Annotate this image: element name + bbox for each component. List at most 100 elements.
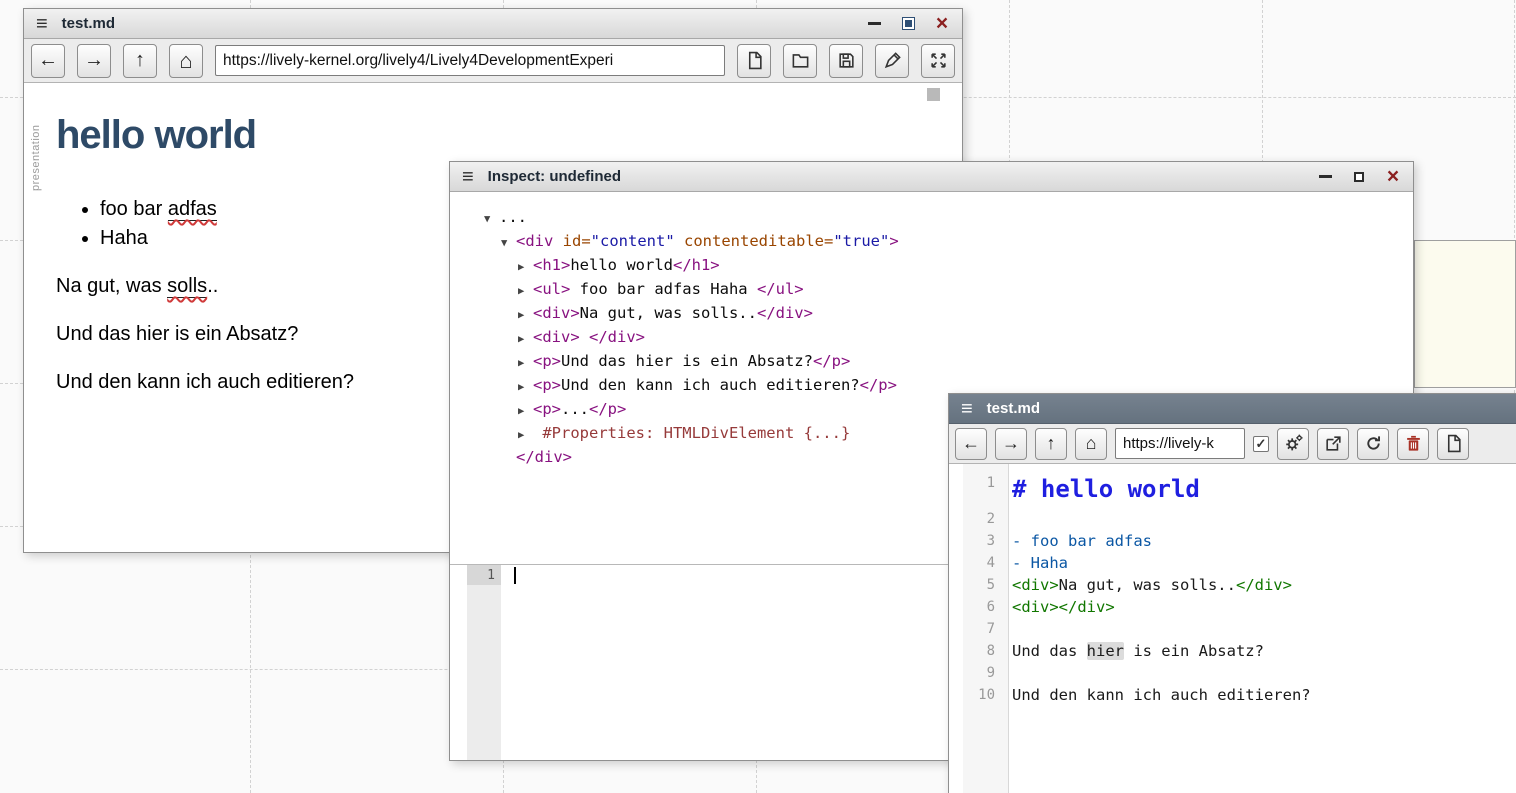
minimize-icon [868, 22, 881, 26]
forward-button[interactable]: → [995, 428, 1027, 460]
tree-token: Und das hier is ein Absatz? [561, 352, 813, 370]
tree-line[interactable]: ▶<p>Und das hier is ein Absatz?</p> [484, 350, 1405, 374]
code-line[interactable]: 10 Und den kann ich auch editieren? [949, 684, 1516, 706]
home-button[interactable]: ⌂ [169, 44, 203, 78]
titlebar[interactable]: ≡ Inspect: undefined × [450, 162, 1413, 192]
tree-expand-arrow-icon[interactable]: ▼ [484, 208, 499, 230]
url-input[interactable] [215, 45, 725, 76]
settings-button[interactable] [1277, 428, 1309, 460]
new-file-button[interactable] [737, 44, 771, 78]
tree-expand-arrow-icon[interactable]: ▼ [501, 232, 516, 254]
code-token: is ein Absatz? [1124, 642, 1264, 660]
code-line[interactable]: 1 # hello world [949, 472, 1516, 508]
home-button[interactable]: ⌂ [1075, 428, 1107, 460]
minimize-button[interactable] [866, 16, 882, 32]
new-file-button[interactable] [1437, 428, 1469, 460]
tree-token: <p> [533, 352, 561, 370]
close-button[interactable]: × [934, 16, 950, 32]
tree-expand-arrow-icon[interactable]: ▶ [518, 352, 533, 374]
titlebar[interactable]: ≡ test.md [949, 394, 1516, 424]
tree-expand-arrow-icon[interactable]: ▶ [518, 376, 533, 398]
editor-gutter: 1 [467, 565, 501, 760]
tree-expand-arrow-icon[interactable]: ▶ [518, 280, 533, 302]
code-line[interactable]: 3- foo bar adfas [949, 530, 1516, 552]
close-button[interactable]: × [1385, 169, 1401, 185]
paragraph-text: .. [207, 275, 218, 297]
code-line[interactable]: 8Und das hier is ein Absatz? [949, 640, 1516, 662]
reload-button[interactable] [1357, 428, 1389, 460]
line-number: 1 [949, 472, 1004, 494]
source-code-editor[interactable]: 1 # hello world 23- foo bar adfas4- Haha5<… [949, 464, 1516, 793]
tree-token: "content" [591, 232, 675, 250]
code-line[interactable]: 7 [949, 618, 1516, 640]
refresh-icon [1364, 434, 1383, 453]
tree-expand-arrow-icon[interactable]: ▶ [518, 304, 533, 326]
tree-token: Na gut, was solls.. [580, 304, 757, 322]
tree-token: </div> [589, 328, 645, 346]
code-text: - Haha [1004, 552, 1068, 574]
menu-icon[interactable]: ≡ [462, 167, 474, 187]
maximize-button[interactable] [1351, 169, 1367, 185]
tree-token: <p> [533, 376, 561, 394]
line-number: 3 [949, 530, 1004, 552]
tree-expand-arrow-icon[interactable]: ▶ [518, 400, 533, 422]
minimize-icon [1319, 175, 1332, 179]
code-line[interactable]: 5<div>Na gut, was solls..</div> [949, 574, 1516, 596]
code-line[interactable]: 4- Haha [949, 552, 1516, 574]
code-line[interactable]: 9 [949, 662, 1516, 684]
back-button[interactable]: ← [955, 428, 987, 460]
tree-token: </div> [757, 304, 813, 322]
list-item-text: foo bar [100, 198, 168, 220]
back-button[interactable]: ← [31, 44, 65, 78]
code-token: Und den kann ich auch editieren? [1012, 686, 1311, 704]
code-text: Und den kann ich auch editieren? [1004, 684, 1311, 706]
url-input[interactable] [1115, 428, 1245, 459]
up-button[interactable]: ↑ [123, 44, 157, 78]
code-token: # hello world [1012, 475, 1200, 503]
browse-folder-button[interactable] [783, 44, 817, 78]
tree-expand-arrow-icon[interactable]: ▶ [518, 424, 533, 446]
tree-line[interactable]: ▼... [484, 206, 1405, 230]
tree-token: </p> [589, 400, 626, 418]
code-line[interactable]: 2 [949, 508, 1516, 530]
save-button[interactable] [829, 44, 863, 78]
tree-token: </div> [516, 448, 572, 466]
tree-expand-arrow-icon[interactable]: ▶ [518, 256, 533, 278]
forward-button[interactable]: → [77, 44, 111, 78]
tree-token [580, 328, 589, 346]
code-line[interactable]: 6<div></div> [949, 596, 1516, 618]
open-external-button[interactable] [1317, 428, 1349, 460]
expand-button[interactable] [921, 44, 955, 78]
tree-expand-arrow-icon[interactable] [501, 448, 516, 470]
menu-icon[interactable]: ≡ [961, 399, 973, 419]
line-number: 10 [949, 684, 1004, 706]
line-number: 7 [949, 618, 1004, 640]
code-text: <div>Na gut, was solls..</div> [1004, 574, 1292, 596]
tree-token: ... [499, 208, 527, 226]
tree-line[interactable]: ▶<ul> foo bar adfas Haha </ul> [484, 278, 1405, 302]
tree-expand-arrow-icon[interactable]: ▶ [518, 328, 533, 350]
minimize-button[interactable] [1317, 169, 1333, 185]
tree-token: </p> [860, 376, 897, 394]
tree-line[interactable]: ▼<div id="content" contenteditable="true… [484, 230, 1405, 254]
titlebar[interactable]: ≡ test.md × [24, 9, 962, 39]
up-button[interactable]: ↑ [1035, 428, 1067, 460]
tree-token: <div> [533, 328, 580, 346]
line-number: 8 [949, 640, 1004, 662]
save-icon [837, 51, 856, 70]
tree-line[interactable]: ▶<h1>hello world</h1> [484, 254, 1405, 278]
tree-token [675, 232, 684, 250]
edit-button[interactable] [875, 44, 909, 78]
delete-button[interactable] [1397, 428, 1429, 460]
auto-update-checkbox[interactable]: ✓ [1253, 436, 1269, 452]
tree-line[interactable]: ▶<div>Na gut, was solls..</div> [484, 302, 1405, 326]
line-number: 9 [949, 662, 1004, 684]
maximize-button[interactable] [900, 16, 916, 32]
menu-icon[interactable]: ≡ [36, 14, 48, 34]
tree-line[interactable]: ▶<div> </div> [484, 326, 1405, 350]
misspelled-word: solls [167, 275, 207, 298]
line-number: 4 [949, 552, 1004, 574]
line-number: 5 [949, 574, 1004, 596]
line-number: 6 [949, 596, 1004, 618]
tree-token: <p> [533, 400, 561, 418]
